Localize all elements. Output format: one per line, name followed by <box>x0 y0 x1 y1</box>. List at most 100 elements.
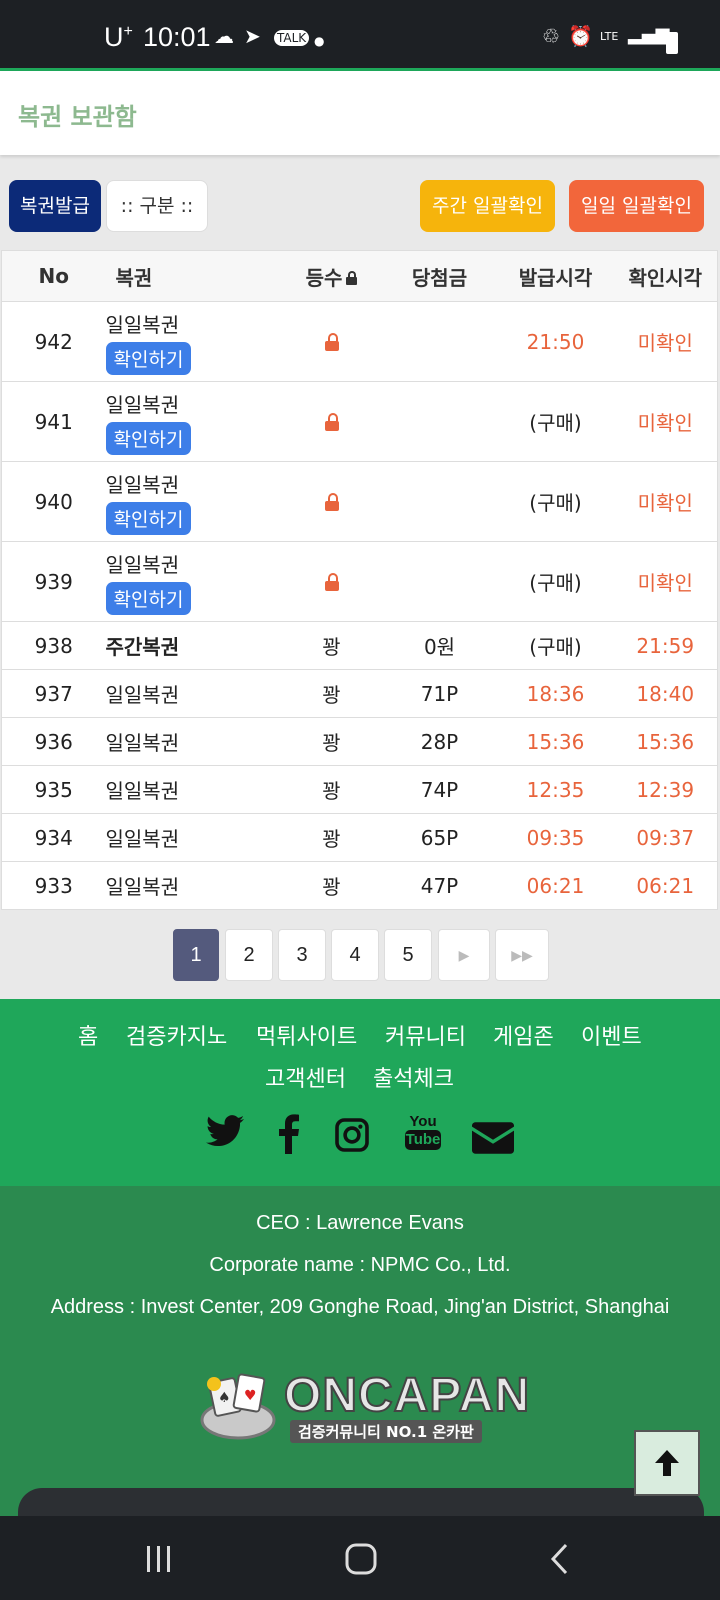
footer-nav: 홈 검증카지노 먹튀사이트 커뮤니티 게임존 이벤트 고객센터 출석체크 <box>0 999 720 1186</box>
cell-checked: 미확인 <box>613 541 718 622</box>
cell-rank <box>281 541 382 622</box>
footer-link-verified-casino[interactable]: 검증카지노 <box>126 1019 227 1051</box>
page-title: 복권 보관함 <box>18 103 137 131</box>
footer-link-events[interactable]: 이벤트 <box>581 1019 642 1051</box>
arrow-up-icon <box>655 1450 679 1476</box>
logo-wordmark: ONCAPAN <box>283 1368 531 1423</box>
footer-corporate-name: Corporate name : NPMC Co., Ltd. <box>209 1254 511 1276</box>
cell-ticket: 주간복권 <box>105 621 282 670</box>
cell-no: 938 <box>1 621 106 670</box>
cell-checked: 미확인 <box>613 301 718 382</box>
cell-ticket: 일일복권 확인하기 <box>105 301 282 382</box>
page-5-button[interactable]: 5 <box>384 929 432 981</box>
rank-value: 꽝 <box>322 731 341 755</box>
ticket-name: 일일복권 <box>105 683 180 707</box>
recent-apps-icon[interactable] <box>144 1544 174 1574</box>
table-row: 940 일일복권 확인하기 (구매) 미확인 <box>1 461 718 542</box>
table-row: 935 일일복권 꽝 74P 12:35 12:39 <box>1 765 718 814</box>
last-page-icon[interactable]: ▶▶ <box>495 929 549 981</box>
cell-ticket: 일일복권 <box>105 669 282 718</box>
cell-prize <box>381 541 498 622</box>
lock-icon <box>324 332 339 351</box>
instagram-icon[interactable] <box>334 1117 370 1153</box>
lock-icon <box>324 492 339 511</box>
telegram-icon: ➤ <box>244 24 261 48</box>
check-ticket-button[interactable]: 확인하기 <box>105 501 192 535</box>
col-header-issued: 발급시각 <box>497 250 614 302</box>
cell-issued: 06:21 <box>497 861 614 910</box>
scroll-top-button[interactable] <box>634 1430 700 1496</box>
status-bar: U+ 10:01 ☁ ➤ TALK ● ♲ ⏰ LTE ▂▄▆ <box>0 0 720 68</box>
cell-rank <box>281 461 382 542</box>
footer-link-scam-sites[interactable]: 먹튀사이트 <box>256 1019 357 1051</box>
cell-ticket: 일일복권 확인하기 <box>105 541 282 622</box>
ticket-name: 일일복권 <box>105 875 180 899</box>
daily-check-all-button[interactable]: 일일 일괄확인 <box>569 180 704 232</box>
ticket-name: 일일복권 <box>105 472 180 497</box>
back-icon[interactable] <box>548 1542 572 1576</box>
ticket-name: 일일복권 <box>105 779 180 803</box>
page-1-button[interactable]: 1 <box>173 929 219 981</box>
col-header-no: No <box>1 250 106 302</box>
facebook-icon[interactable] <box>278 1114 300 1154</box>
weekly-check-all-button[interactable]: 주간 일괄확인 <box>420 180 555 232</box>
footer-link-home[interactable]: 홈 <box>78 1019 98 1051</box>
cell-no: 942 <box>1 301 106 382</box>
table-row: 936 일일복권 꽝 28P 15:36 15:36 <box>1 717 718 766</box>
cell-issued: (구매) <box>497 621 614 670</box>
carrier-label: U+ <box>104 22 133 52</box>
cell-checked: 15:36 <box>613 717 718 766</box>
rank-value: 꽝 <box>322 875 341 899</box>
cell-checked: 21:59 <box>613 621 718 670</box>
talk-icon: TALK <box>274 30 310 46</box>
home-icon[interactable] <box>344 1542 378 1576</box>
cell-rank: 꽝 <box>281 717 382 766</box>
cell-rank: 꽝 <box>281 813 382 862</box>
table-header-row: No 복권 등수 당첨금 발급시각 확인시각 <box>1 250 718 302</box>
footer-ceo: CEO : Lawrence Evans <box>256 1212 464 1234</box>
check-ticket-button[interactable]: 확인하기 <box>105 341 192 375</box>
page-2-button[interactable]: 2 <box>225 929 273 981</box>
cell-ticket: 일일복권 <box>105 861 282 910</box>
cell-prize: 71P <box>381 669 498 718</box>
table-row: 934 일일복권 꽝 65P 09:35 09:37 <box>1 813 718 862</box>
col-header-checked: 확인시각 <box>613 250 718 302</box>
table-row: 942 일일복권 확인하기 21:50 미확인 <box>1 301 718 382</box>
email-icon[interactable] <box>472 1122 514 1154</box>
cell-issued: (구매) <box>497 461 614 542</box>
cell-ticket: 일일복권확인하기 <box>105 461 282 542</box>
cell-rank <box>281 381 382 462</box>
cell-prize <box>381 461 498 542</box>
ticket-name: 일일복권 <box>105 827 180 851</box>
cell-ticket: 일일복권 <box>105 813 282 862</box>
ticket-table: No 복권 등수 당첨금 발급시각 확인시각 942 일일복권 확인하기 21:50 미… <box>1 250 718 910</box>
page-4-button[interactable]: 4 <box>331 929 379 981</box>
footer-link-community[interactable]: 커뮤니티 <box>385 1019 466 1051</box>
table-row: 933 일일복권 꽝 47P 06:21 06:21 <box>1 861 718 910</box>
cell-issued: 18:36 <box>497 669 614 718</box>
footer-link-gamezone[interactable]: 게임존 <box>493 1019 554 1051</box>
check-ticket-button[interactable]: 확인하기 <box>105 581 192 615</box>
table-row: 939 일일복권 확인하기 (구매) 미확인 <box>1 541 718 622</box>
category-select[interactable]: :: 구분 :: <box>106 180 208 232</box>
cell-ticket: 일일복권 <box>105 765 282 814</box>
lte-icon: LTE <box>600 30 619 43</box>
page-3-button[interactable]: 3 <box>278 929 326 981</box>
svg-text:♥: ♥ <box>244 1388 257 1404</box>
cell-rank: 꽝 <box>281 765 382 814</box>
cell-issued: 21:50 <box>497 301 614 382</box>
check-ticket-button[interactable]: 확인하기 <box>105 421 192 455</box>
cell-checked: 09:37 <box>613 813 718 862</box>
col-header-rank: 등수 <box>281 250 382 302</box>
cell-prize <box>381 301 498 382</box>
footer-link-attendance[interactable]: 출석체크 <box>373 1061 454 1093</box>
footer-link-support[interactable]: 고객센터 <box>265 1061 346 1093</box>
rank-value: 꽝 <box>322 779 341 803</box>
youtube-icon[interactable]: You Tube <box>405 1114 441 1150</box>
cell-no: 935 <box>1 765 106 814</box>
issue-ticket-button[interactable]: 복권발급 <box>9 180 101 232</box>
next-page-icon[interactable]: ▶ <box>438 929 490 981</box>
twitter-icon[interactable] <box>206 1115 244 1147</box>
cell-issued: 12:35 <box>497 765 614 814</box>
cell-no: 934 <box>1 813 106 862</box>
